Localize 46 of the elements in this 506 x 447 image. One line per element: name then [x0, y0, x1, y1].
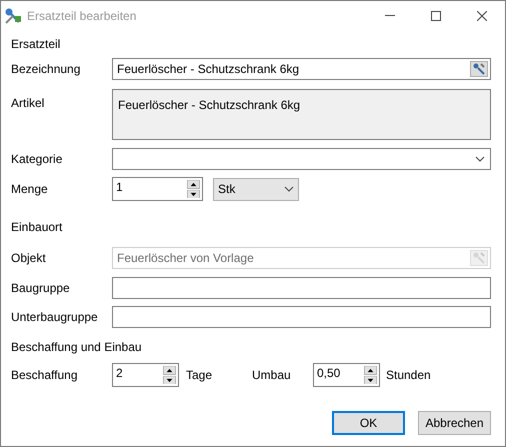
- field-label: Kategorie: [11, 151, 64, 168]
- field-value: Feuerlöscher von Vorlage: [117, 250, 255, 267]
- text-area[interactable]: Feuerlöscher - Schutzschrank 6kg: [112, 89, 491, 140]
- spinner-value: 0,50: [316, 365, 342, 382]
- field-label: Baugruppe: [11, 280, 71, 297]
- app-icon: [4, 6, 22, 24]
- field-label: Bezeichnung: [11, 61, 82, 78]
- down-arrow-icon[interactable]: [364, 376, 377, 384]
- up-arrow-icon[interactable]: [163, 366, 176, 374]
- ok-button[interactable]: OK: [332, 411, 405, 435]
- section-heading: Ersatzteil: [11, 36, 60, 52]
- up-arrow-icon[interactable]: [364, 366, 377, 374]
- unit-label: Stunden: [386, 367, 431, 384]
- field-value: Feuerlöscher - Schutzschrank 6kg: [117, 61, 300, 78]
- unit-label: Tage: [186, 367, 214, 384]
- field-label: Unterbaugruppe: [11, 309, 99, 326]
- text-field[interactable]: Feuerlöscher - Schutzschrank 6kg: [112, 58, 491, 80]
- chevron-down-icon: [475, 156, 485, 162]
- up-arrow-icon[interactable]: [187, 180, 200, 188]
- section-heading: Einbauort: [11, 219, 62, 235]
- cancel-button[interactable]: Abbrechen: [418, 411, 491, 435]
- field-label: Umbau: [252, 367, 292, 384]
- section-heading: Beschaffung und Einbau: [11, 339, 142, 355]
- wrench-icon[interactable]: [470, 61, 488, 77]
- number-spinner[interactable]: 2: [112, 363, 179, 387]
- down-arrow-icon[interactable]: [187, 190, 200, 198]
- field-label: Objekt: [11, 250, 47, 267]
- text-field[interactable]: [112, 306, 491, 328]
- field-label: Menge: [11, 181, 49, 198]
- unit-dropdown[interactable]: Stk: [213, 178, 299, 200]
- number-spinner[interactable]: 0,50: [313, 363, 380, 387]
- field-label: Beschaffung: [11, 367, 78, 384]
- chevron-down-icon: [284, 186, 294, 192]
- field-label: Artikel: [11, 95, 46, 112]
- text-field[interactable]: [112, 277, 491, 299]
- maximize-icon: [431, 10, 441, 20]
- down-arrow-icon[interactable]: [163, 376, 176, 384]
- window-title: Ersatzteil bearbeiten: [27, 8, 136, 24]
- category-dropdown[interactable]: [112, 148, 491, 170]
- minimize-icon: [385, 15, 395, 16]
- spinner-value: 1: [115, 179, 124, 196]
- field-value: Feuerlöscher - Schutzschrank 6kg: [118, 98, 300, 112]
- dropdown-value: Stk: [218, 181, 236, 198]
- close-icon: [477, 10, 487, 20]
- number-spinner[interactable]: 1: [112, 177, 203, 201]
- spinner-value: 2: [115, 365, 124, 382]
